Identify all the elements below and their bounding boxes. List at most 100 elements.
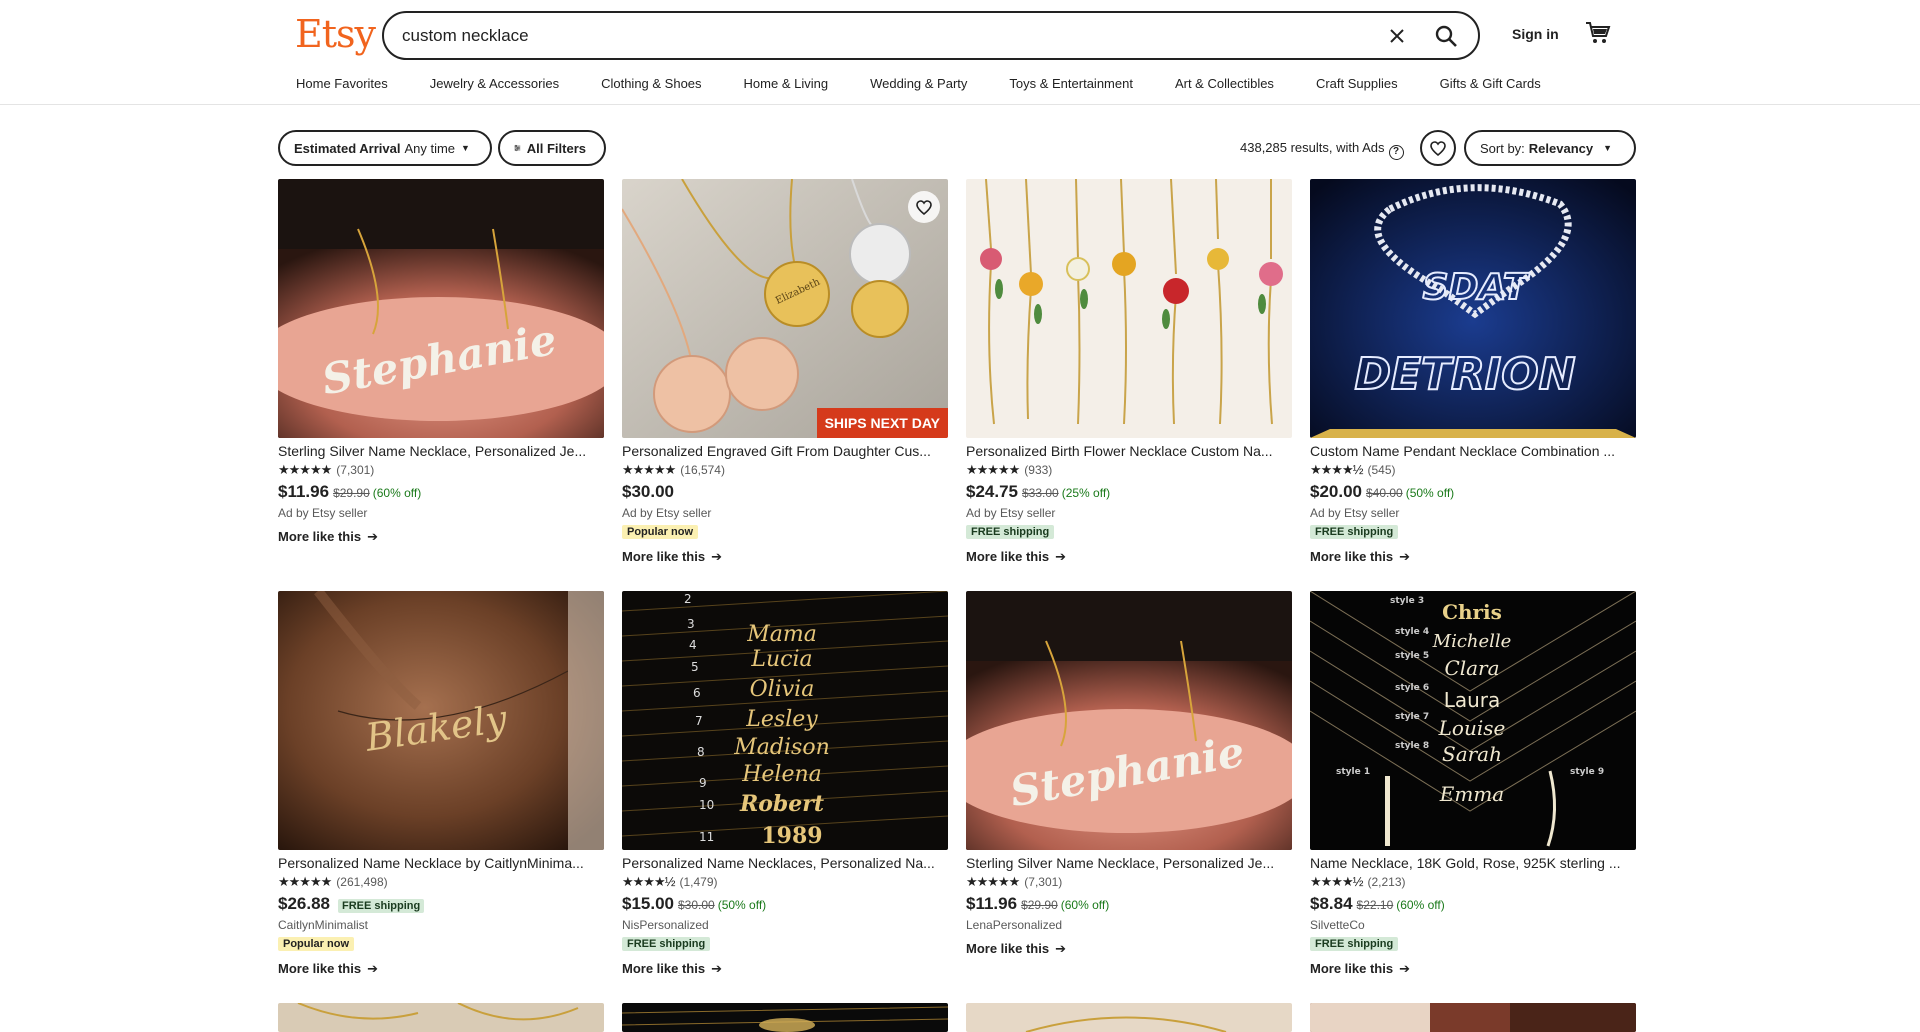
product-engraving: Chris bbox=[1442, 600, 1502, 624]
all-filters-label: All Filters bbox=[526, 140, 586, 156]
category-link[interactable]: Clothing & Shoes bbox=[601, 76, 701, 96]
product-image[interactable]: style 3 style 4 style 5 style 6 style 7 style… bbox=[1310, 591, 1636, 850]
arrow-right-icon: ➔ bbox=[1399, 961, 1410, 976]
product-card[interactable]: 2 3 4 5 6 7 8 9 10 11 Mama Lucia Olivia Lesley Ma… bbox=[622, 591, 948, 977]
more-like-this-link[interactable]: More like this ➔ bbox=[622, 549, 948, 565]
svg-text:style 4: style 4 bbox=[1395, 627, 1429, 637]
free-shipping-badge: FREE shipping bbox=[622, 937, 711, 951]
review-count: (545) bbox=[1367, 463, 1396, 477]
product-card[interactable]: SDAT DETRION Custom Name Pendant Necklac… bbox=[1310, 179, 1636, 565]
etsy-logo[interactable]: Etsy bbox=[295, 12, 376, 56]
svg-text:4: 4 bbox=[689, 638, 697, 652]
product-title[interactable]: Sterling Silver Name Necklace, Personali… bbox=[278, 443, 604, 459]
product-card[interactable]: Blakely Personalized Name Necklace by Ca… bbox=[278, 591, 604, 977]
sort-value: Relevancy bbox=[1528, 140, 1594, 156]
more-like-this-link[interactable]: More like this ➔ bbox=[278, 961, 604, 977]
estimated-arrival-filter[interactable]: Estimated Arrival Any time ▼ bbox=[278, 130, 492, 166]
product-title[interactable]: Personalized Name Necklaces, Personalize… bbox=[622, 855, 948, 871]
rating-stars: ★★★★½ bbox=[622, 874, 675, 889]
product-image[interactable] bbox=[1310, 1003, 1636, 1032]
product-image[interactable]: Stephanie bbox=[278, 179, 604, 438]
rating-stars: ★★★★★ bbox=[622, 462, 676, 477]
review-count: (2,213) bbox=[1367, 875, 1406, 889]
svg-text:style 5: style 5 bbox=[1395, 651, 1429, 661]
product-card[interactable]: Stephanie Sterling Silver Name Necklace,… bbox=[966, 591, 1292, 957]
search-icon bbox=[1435, 25, 1457, 47]
product-card[interactable]: Elizabeth SHIPS NEXT DAY Personalized En… bbox=[622, 179, 948, 565]
heart-icon bbox=[1430, 140, 1446, 156]
discount: (50% off) bbox=[1405, 486, 1455, 500]
category-link[interactable]: Craft Supplies bbox=[1316, 76, 1398, 96]
free-shipping-badge: FREE shipping bbox=[338, 899, 425, 913]
original-price: $40.00 bbox=[1366, 486, 1403, 500]
product-card[interactable]: Personalized Birth Flower Necklace Custo… bbox=[966, 179, 1292, 565]
caret-down-icon: ▼ bbox=[461, 143, 470, 153]
product-card[interactable]: style 3 style 4 style 5 style 6 style 7 style… bbox=[1310, 591, 1636, 977]
category-link[interactable]: Toys & Entertainment bbox=[1009, 76, 1133, 96]
product-image[interactable] bbox=[278, 1003, 604, 1032]
product-image[interactable]: Blakely bbox=[278, 591, 604, 850]
product-title[interactable]: Name Necklace, 18K Gold, Rose, 925K ster… bbox=[1310, 855, 1636, 871]
more-like-this-link[interactable]: More like this ➔ bbox=[622, 961, 948, 977]
product-image[interactable] bbox=[966, 1003, 1292, 1032]
more-like-this-label: More like this bbox=[966, 549, 1050, 564]
product-title[interactable]: Personalized Birth Flower Necklace Custo… bbox=[966, 443, 1292, 459]
clear-search-button[interactable] bbox=[1374, 13, 1420, 58]
arrow-right-icon: ➔ bbox=[1055, 549, 1066, 564]
svg-text:style 3: style 3 bbox=[1390, 596, 1424, 606]
rating: ★★★★½ (545) bbox=[1310, 462, 1636, 478]
category-link[interactable]: Home Favorites bbox=[296, 76, 388, 96]
product-card[interactable] bbox=[622, 1003, 948, 1032]
product-image[interactable] bbox=[622, 1003, 948, 1032]
heart-icon bbox=[916, 199, 932, 215]
svg-text:3: 3 bbox=[687, 617, 695, 631]
svg-text:2: 2 bbox=[684, 592, 692, 606]
discount: (60% off) bbox=[372, 486, 422, 500]
product-title[interactable]: Personalized Name Necklace by CaitlynMin… bbox=[278, 855, 604, 871]
product-title[interactable]: Sterling Silver Name Necklace, Personali… bbox=[966, 855, 1292, 871]
category-nav: Home Favorites Jewelry & Accessories Clo… bbox=[296, 76, 1541, 96]
category-link[interactable]: Gifts & Gift Cards bbox=[1440, 76, 1541, 96]
product-card[interactable] bbox=[278, 1003, 604, 1032]
more-like-this-link[interactable]: More like this ➔ bbox=[1310, 961, 1636, 977]
more-like-this-label: More like this bbox=[278, 961, 362, 976]
sort-dropdown[interactable]: Sort by: Relevancy ▼ bbox=[1464, 130, 1636, 166]
more-like-this-link[interactable]: More like this ➔ bbox=[966, 549, 1292, 565]
product-image[interactable]: Stephanie bbox=[966, 591, 1292, 850]
category-link[interactable]: Jewelry & Accessories bbox=[430, 76, 559, 96]
help-icon[interactable]: ? bbox=[1388, 145, 1404, 160]
review-count: (16,574) bbox=[680, 463, 725, 477]
category-link[interactable]: Art & Collectibles bbox=[1175, 76, 1274, 96]
rating-stars: ★★★★★ bbox=[966, 462, 1020, 477]
product-engraving: Louise bbox=[1438, 716, 1506, 740]
product-card[interactable] bbox=[966, 1003, 1292, 1032]
search-button[interactable] bbox=[1420, 13, 1472, 58]
favorite-search-button[interactable] bbox=[1420, 130, 1456, 166]
product-image[interactable]: Elizabeth SHIPS NEXT DAY bbox=[622, 179, 948, 438]
free-shipping-badge: FREE shipping bbox=[1310, 525, 1399, 539]
product-image[interactable]: SDAT DETRION bbox=[1310, 179, 1636, 438]
more-like-this-link[interactable]: More like this ➔ bbox=[1310, 549, 1636, 565]
svg-text:5: 5 bbox=[691, 660, 699, 674]
cart-button[interactable] bbox=[1585, 20, 1615, 50]
product-engraving: Michelle bbox=[1432, 631, 1512, 652]
category-link[interactable]: Wedding & Party bbox=[870, 76, 967, 96]
category-link[interactable]: Home & Living bbox=[744, 76, 829, 96]
sign-in-link[interactable]: Sign in bbox=[1512, 26, 1559, 42]
product-title[interactable]: Custom Name Pendant Necklace Combination… bbox=[1310, 443, 1636, 459]
free-shipping-badge: FREE shipping bbox=[966, 525, 1055, 539]
product-image[interactable]: 2 3 4 5 6 7 8 9 10 11 Mama Lucia Olivia Lesley Ma… bbox=[622, 591, 948, 850]
more-like-this-link[interactable]: More like this ➔ bbox=[278, 529, 604, 545]
arrow-right-icon: ➔ bbox=[711, 549, 722, 564]
product-card[interactable] bbox=[1310, 1003, 1636, 1032]
rating: ★★★★★ (7,301) bbox=[278, 462, 604, 478]
popular-now-badge: Popular now bbox=[278, 937, 354, 951]
more-like-this-link[interactable]: More like this ➔ bbox=[966, 941, 1292, 957]
product-image[interactable] bbox=[966, 179, 1292, 438]
product-card[interactable]: Stephanie Sterling Silver Name Necklace,… bbox=[278, 179, 604, 545]
all-filters-button[interactable]: All Filters bbox=[498, 130, 606, 166]
search-input[interactable] bbox=[384, 13, 1374, 58]
product-title[interactable]: Personalized Engraved Gift From Daughter… bbox=[622, 443, 948, 459]
favorite-button[interactable] bbox=[908, 191, 940, 223]
close-icon bbox=[1390, 28, 1404, 43]
